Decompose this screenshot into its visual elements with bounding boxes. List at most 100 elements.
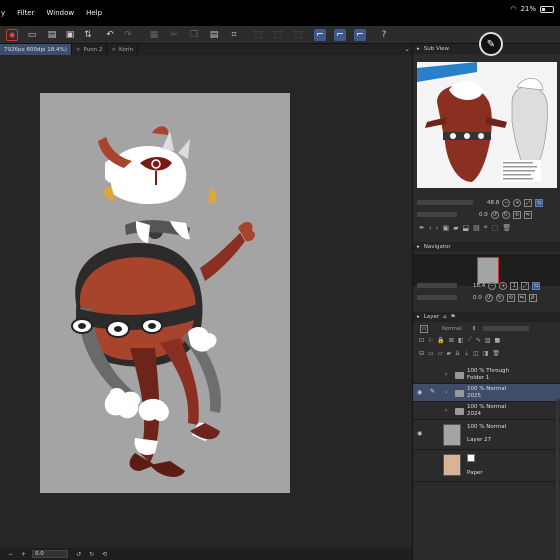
crop-icon[interactable]: ⌗ [228, 29, 240, 41]
reference-icon[interactable]: ⚐ [428, 337, 433, 344]
clear-icon[interactable]: ▦ [148, 29, 160, 41]
rotate-right-icon[interactable]: ↻ [89, 551, 94, 558]
navigator-zoom-slider[interactable] [417, 283, 457, 288]
export-icon[interactable]: ⬚ [492, 224, 499, 232]
subview-reference-image[interactable] [417, 62, 557, 188]
rotate-left-icon[interactable]: ↺ [484, 293, 493, 302]
layer-row-2025[interactable]: ◉ ✎ › 100 % Normal 2025 [413, 384, 560, 402]
panel-toggle-icon[interactable]: ▸ [417, 314, 420, 320]
record-icon[interactable]: ◉ [6, 29, 18, 41]
flip-horizontal-icon[interactable]: ⇋ [517, 293, 526, 302]
rotate-left-icon[interactable]: ↺ [490, 210, 499, 219]
menu-item-window[interactable]: Window [41, 9, 81, 17]
flip-icon[interactable]: ⇋ [523, 210, 532, 219]
redo-icon[interactable]: ↷ [122, 29, 134, 41]
help-icon[interactable]: ? [378, 29, 390, 41]
transfer-icon[interactable]: ⇣ [464, 350, 469, 357]
merge-icon[interactable]: ⇊ [455, 350, 460, 357]
new-raster-layer-icon[interactable]: ▭ [428, 350, 434, 357]
split-icon[interactable]: ⊟ [419, 350, 424, 357]
eye-icon[interactable]: ◉ [417, 389, 422, 396]
layer-row-paper[interactable]: Paper [413, 450, 560, 482]
layer-mode-icon[interactable]: ▭ [420, 324, 428, 333]
reset-view-icon[interactable]: ⟲ [102, 551, 107, 558]
eye-icon[interactable]: ◉ [417, 430, 422, 437]
cut-icon[interactable]: ✂ [168, 29, 180, 41]
fit-icon[interactable]: ⤢ [521, 281, 530, 290]
expand-icon[interactable]: › [445, 389, 447, 396]
tab-korin[interactable]: × Korin [107, 44, 139, 55]
draft-icon[interactable]: ✎ [476, 337, 481, 344]
subview-rotate-slider[interactable] [417, 212, 457, 217]
reset-rotate-icon[interactable]: ⟲ [512, 210, 521, 219]
expand-icon[interactable]: › [445, 407, 447, 414]
delete-icon[interactable]: 🗑 [502, 224, 511, 232]
next-image-icon[interactable]: › [436, 224, 439, 232]
blend-mode-select[interactable]: Normal [442, 326, 462, 332]
mask-icon[interactable]: ◧ [458, 337, 464, 344]
apply-mask-icon[interactable]: ◨ [483, 350, 489, 357]
eyedropper-icon[interactable]: ✒ [419, 224, 425, 232]
expand-icon[interactable]: › [445, 371, 447, 378]
zoom-in-icon[interactable]: + [513, 198, 522, 207]
canvas-page[interactable] [40, 93, 290, 493]
panel-toggle-icon[interactable]: ▸ [417, 244, 420, 250]
export-icon[interactable]: ⇅ [82, 29, 94, 41]
navigator-thumbnail[interactable] [477, 257, 499, 284]
rotate-left-icon[interactable]: ↺ [76, 551, 81, 558]
layer-row-layer-27[interactable]: ◉ 100 % Normal Layer 27 [413, 420, 560, 450]
image-icon[interactable]: ▣ [443, 224, 450, 232]
new-file-icon[interactable]: ▭ [26, 29, 38, 41]
layer-scrollbar[interactable] [556, 399, 559, 560]
rotate-right-icon[interactable]: ↻ [495, 293, 504, 302]
panel-toggle-icon[interactable]: ▸ [417, 46, 420, 52]
tab-current[interactable]: 7926px 600dpi 18.4%) [0, 44, 72, 55]
tab-punn[interactable]: × Punn 2 [72, 44, 108, 55]
chevron-updown-icon[interactable]: ⇕ [472, 326, 477, 332]
open-file-icon[interactable]: ▤ [46, 29, 58, 41]
rotate-right-icon[interactable]: ↻ [501, 210, 510, 219]
zoom-in-icon[interactable]: + [21, 551, 26, 558]
flip-vertical-icon[interactable]: ⇵ [528, 293, 537, 302]
invert-selection-icon[interactable]: ⬚ [272, 29, 284, 41]
palette-icon[interactable]: ▥ [485, 337, 491, 344]
ruler-icon[interactable]: ⟋ [468, 336, 472, 344]
pen-stabilizer-3-icon[interactable]: ⌐ [354, 29, 366, 41]
new-vector-layer-icon[interactable]: ▱ [438, 350, 443, 357]
prev-image-icon[interactable]: ‹ [429, 224, 432, 232]
menu-item-filter[interactable]: Filter [11, 9, 40, 17]
link-view-icon[interactable]: ⇆ [535, 198, 544, 207]
edit-overlay-icon[interactable]: ✎ [479, 32, 503, 56]
paste-icon[interactable]: ▤ [208, 29, 220, 41]
zoom-out-icon[interactable]: − [488, 281, 497, 290]
lock-icon[interactable]: 🔒 [437, 337, 444, 344]
lock-transparent-icon[interactable]: ⊠ [449, 337, 454, 344]
color-layer-icon[interactable]: ■ [495, 337, 501, 344]
close-icon[interactable]: × [76, 47, 81, 53]
delete-layer-icon[interactable]: 🗑 [492, 350, 500, 357]
folder-icon[interactable]: ▰ [453, 224, 458, 232]
undo-icon[interactable]: ↶ [104, 29, 116, 41]
chevron-down-icon[interactable]: ⌄ [404, 45, 410, 53]
link-view-icon[interactable]: ⇆ [532, 281, 541, 290]
canvas-workspace[interactable] [0, 55, 412, 554]
pen-stabilizer-2-icon[interactable]: ⌐ [334, 29, 346, 41]
deselect-icon[interactable]: ⬚ [252, 29, 264, 41]
layer-row-2024[interactable]: › 100 % Normal 2024 [413, 402, 560, 420]
selection-icon[interactable]: ⬚ [292, 29, 304, 41]
zoom-out-icon[interactable]: − [8, 551, 13, 558]
new-folder-icon[interactable]: ▰ [446, 350, 451, 357]
pen-stabilizer-1-icon[interactable]: ⌐ [314, 29, 326, 41]
reset-rotate-icon[interactable]: ⟲ [506, 293, 515, 302]
save-icon[interactable]: ▣ [64, 29, 76, 41]
opacity-slider[interactable] [482, 326, 529, 331]
actual-size-icon[interactable]: 1 [510, 281, 519, 290]
layer-search-icon[interactable]: ⌂ [443, 314, 447, 320]
clipboard-icon[interactable]: ▤ [473, 224, 480, 232]
copy-icon[interactable]: ❐ [188, 29, 200, 41]
rotation-field[interactable]: 0.0 [32, 550, 69, 558]
zoom-out-icon[interactable]: − [502, 198, 511, 207]
layer-property-icon[interactable]: ⚑ [451, 314, 456, 320]
new-mask-icon[interactable]: ◫ [473, 350, 479, 357]
clip-icon[interactable]: ⊡ [419, 337, 424, 344]
